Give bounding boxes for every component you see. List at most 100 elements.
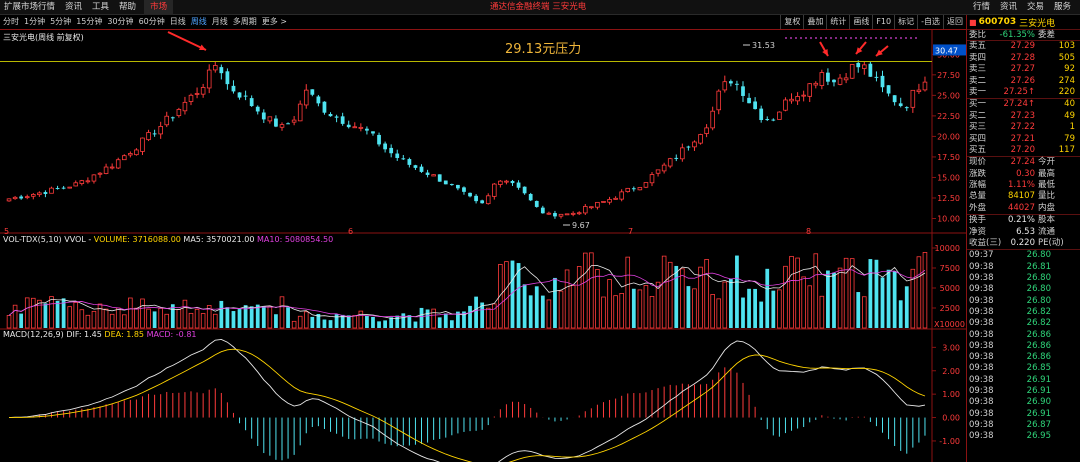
buy-label: 买五 (969, 144, 987, 155)
candle-body (389, 147, 394, 154)
chart-tool-button[interactable]: 统计 (826, 15, 849, 29)
stat-label: 涨跌 (969, 168, 987, 179)
tick-time: 09:38 (969, 431, 994, 442)
candle-body (200, 87, 206, 95)
volume-bar (182, 299, 188, 329)
macd-axis-label: 1.00 (942, 390, 960, 399)
candle-body (667, 158, 673, 167)
candle-body (692, 141, 697, 148)
chart-tool-button[interactable]: 标记 (894, 15, 917, 29)
volume-bar (449, 320, 454, 328)
tick-list[interactable]: 09:37 26.80 09:38 26.81 09:38 26.80 09:38 26.80… (967, 250, 1080, 442)
macd-dif-line (9, 338, 926, 462)
chart-tool-button[interactable]: 复权 (780, 15, 803, 29)
vol-axis-unit: X10000 (934, 320, 965, 329)
tick-time: 09:38 (969, 318, 994, 329)
buy-row[interactable]: 买四 27.21 79 (967, 134, 1080, 145)
candle-body (819, 72, 825, 86)
period-toolbar: 分时 1分钟 5分钟 15分钟 30分钟 60分钟 日线 周线 月线 多周期 更多 > 复权 叠加 统计… (0, 15, 966, 30)
menu-item-market[interactable]: 市场 (144, 0, 174, 15)
chart-tool-button[interactable]: F10 (872, 15, 894, 29)
news-button[interactable]: 资讯 (995, 0, 1022, 15)
volume-bar (735, 255, 739, 328)
menu-item-help[interactable]: 帮助 (117, 0, 144, 15)
period-tab[interactable]: 更多 > (261, 15, 291, 29)
volume-bar (286, 307, 290, 328)
period-tab[interactable]: 分时 (2, 15, 23, 29)
period-tab[interactable]: 15分钟 (75, 15, 106, 29)
volume-bar (225, 307, 230, 328)
quote-button[interactable]: 行情 (968, 0, 995, 15)
year-marker: 8 (806, 227, 811, 236)
stat-label: 换手 (969, 215, 987, 226)
candle-body (225, 71, 230, 85)
candle-body (680, 147, 685, 160)
candle-body (643, 182, 649, 188)
high-marker-label: 31.53 (752, 41, 775, 50)
period-tab[interactable]: 5分钟 (49, 15, 75, 29)
vol-axis-label: 10000 (935, 244, 960, 253)
candle-body (219, 67, 224, 74)
period-tab[interactable]: 1分钟 (23, 15, 49, 29)
volume-bar (6, 315, 12, 329)
tick-price: 26.90 (1026, 397, 1051, 408)
buy-volume: 49 (1064, 110, 1075, 121)
price-axis-label: 22.50 (937, 112, 960, 121)
menu-item-extended-market[interactable]: 扩展市场行情 (2, 0, 63, 15)
sell-row[interactable]: 卖三 27.27 92 (967, 64, 1080, 75)
candle-body (874, 76, 879, 78)
period-tab[interactable]: 月线 (211, 15, 232, 29)
candle-body (122, 155, 127, 161)
volume-bar (868, 259, 873, 328)
period-tab[interactable]: 日线 (169, 15, 190, 29)
period-tab[interactable]: 周线 (190, 15, 211, 29)
candle-body (395, 153, 400, 159)
chart-canvas[interactable]: 30.0027.5025.0022.5020.0017.5015.0012.50… (0, 30, 966, 462)
sell-row[interactable]: 卖四 27.28 505 (967, 53, 1080, 64)
buy-row[interactable]: 买一 27.24↑ 40 (967, 99, 1080, 110)
volume-bar (655, 281, 661, 329)
period-tab[interactable]: 60分钟 (138, 15, 169, 29)
sell-row[interactable]: 卖五 27.29 103 (967, 41, 1080, 52)
vol-volume: VOLUME: 3716088.00 (93, 235, 181, 244)
webi-label: 委比 (969, 30, 987, 40)
stat-label: 外盘 (969, 202, 987, 213)
service-button[interactable]: 服务 (1049, 0, 1076, 15)
tick-row: 09:38 26.86 (967, 341, 1080, 352)
candle-body (431, 174, 436, 177)
buy-row[interactable]: 买五 27.20 117 (967, 145, 1080, 156)
stat-label: 收益(三) (969, 238, 1001, 249)
candle-body (456, 184, 460, 189)
volume-bar (558, 290, 564, 329)
volume-bar (279, 296, 285, 329)
buy-row[interactable]: 买三 27.22 1 (967, 122, 1080, 133)
stat-row: 现价 27.24 今开 (967, 157, 1080, 168)
volume-bar (862, 296, 867, 329)
tick-row: 09:38 26.85 (967, 363, 1080, 374)
period-tab[interactable]: 多周期 (232, 15, 261, 29)
chart-tool-button[interactable]: -自选 (917, 15, 943, 29)
chart-tool-button[interactable]: 返回 (943, 15, 966, 29)
chart-tool-button[interactable]: 画线 (849, 15, 872, 29)
candle-body (558, 213, 564, 217)
menu-item-news[interactable]: 资讯 (63, 0, 90, 15)
buy-row[interactable]: 买二 27.23 49 (967, 111, 1080, 122)
candle-body (371, 131, 375, 134)
sell-row[interactable]: 卖二 27.26 274 (967, 76, 1080, 87)
tick-row: 09:38 26.91 (967, 386, 1080, 397)
candle-body (401, 158, 406, 160)
candle-body (686, 146, 691, 148)
volume-bar (813, 253, 819, 329)
candle-body (443, 180, 448, 185)
sell-row[interactable]: 卖一 27.25↑ 220 (967, 87, 1080, 98)
volume-bar (267, 306, 273, 329)
candle-body (504, 180, 509, 183)
chart-area[interactable]: 30.0027.5025.0022.5020.0017.5015.0012.50… (0, 30, 966, 462)
trade-button[interactable]: 交易 (1022, 0, 1049, 15)
tick-row: 09:38 26.81 (967, 262, 1080, 273)
period-tab[interactable]: 30分钟 (106, 15, 137, 29)
candle-body (534, 200, 539, 207)
chart-tool-button[interactable]: 叠加 (803, 15, 826, 29)
candle-body (334, 116, 339, 118)
menu-item-tools[interactable]: 工具 (90, 0, 117, 15)
